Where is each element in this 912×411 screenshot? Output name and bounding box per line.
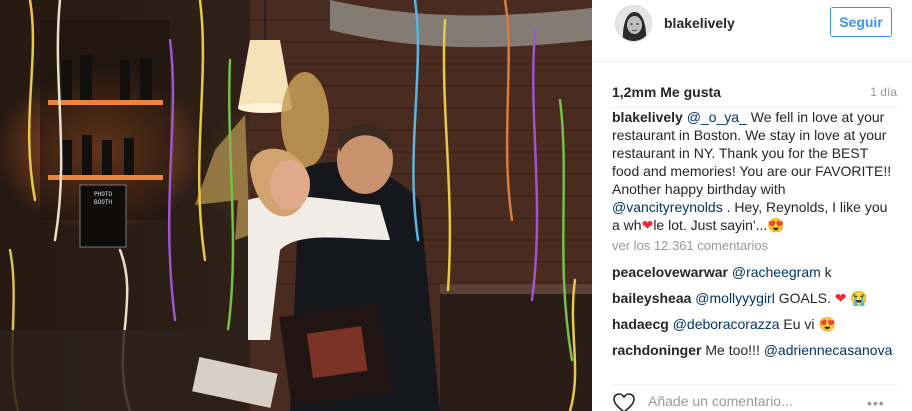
follow-button[interactable]: Seguir bbox=[830, 7, 892, 37]
post-photo[interactable]: PHOTO BOOTH bbox=[0, 0, 592, 411]
party-photo-illustration: PHOTO BOOTH bbox=[0, 0, 592, 411]
caption-author[interactable]: blakelively bbox=[612, 109, 683, 125]
post-stats: 1,2mm Me gusta 1 día bbox=[612, 84, 897, 102]
comment-text: k bbox=[820, 264, 832, 280]
comment-text: GOALS. bbox=[774, 290, 835, 306]
photo-booth-sign: PHOTO bbox=[94, 191, 112, 198]
comment-author[interactable]: rachdoninger bbox=[612, 342, 701, 358]
comment-author[interactable]: baileysheaa bbox=[612, 290, 691, 306]
comment-mention[interactable]: @mollyyygirl bbox=[695, 290, 775, 306]
comment-item: baileysheaa @mollyyygirl GOALS. ❤ 😭 bbox=[612, 289, 897, 307]
comment-mention[interactable]: @racheegram bbox=[732, 264, 821, 280]
svg-text:BOOTH: BOOTH bbox=[94, 199, 112, 206]
comment-text: Eu vi bbox=[779, 316, 819, 332]
comments-section: blakelively @_o_ya_ We fell in love at y… bbox=[612, 108, 897, 370]
post-header: blakelively Seguir bbox=[592, 0, 912, 62]
profile-avatar[interactable] bbox=[615, 5, 652, 42]
like-button[interactable] bbox=[612, 392, 636, 411]
comment-item: hadaecg @deboracorazza Eu vi 😍 bbox=[612, 315, 897, 333]
heart-outline-icon bbox=[613, 393, 635, 411]
more-options-button[interactable]: ••• bbox=[867, 396, 885, 410]
heart-eyes-emoji: 😍 bbox=[767, 217, 785, 233]
post-time[interactable]: 1 día bbox=[870, 85, 897, 99]
heart-eyes-emoji: 😍 bbox=[818, 316, 836, 332]
likes-count[interactable]: 1,2mm Me gusta bbox=[612, 84, 721, 100]
heart-emoji: ❤ bbox=[641, 217, 654, 233]
comment-bar: ••• bbox=[612, 384, 897, 411]
heart-crying-emoji: ❤ 😭 bbox=[834, 290, 868, 306]
post-details-panel: blakelively Seguir 1,2mm Me gusta 1 día … bbox=[592, 0, 912, 411]
comment-mention[interactable]: @deboracorazza bbox=[673, 316, 780, 332]
comment-item: rachdoninger Me too!!! @adriennecasanova bbox=[612, 341, 897, 359]
comment-input[interactable] bbox=[648, 391, 848, 411]
view-all-comments-link[interactable]: ver los 12.361 comentarios bbox=[612, 237, 897, 255]
comment-author[interactable]: hadaecg bbox=[612, 316, 669, 332]
comment-mention[interactable]: @adriennecasanova bbox=[764, 342, 893, 358]
avatar-icon bbox=[616, 6, 651, 41]
comment-text: Me too!!! bbox=[701, 342, 764, 358]
username-link[interactable]: blakelively bbox=[664, 15, 735, 31]
caption-text: le lot. Just sayin'... bbox=[653, 217, 768, 233]
comment-item: peacelovewarwar @racheegram k bbox=[612, 263, 897, 281]
caption: blakelively @_o_ya_ We fell in love at y… bbox=[612, 108, 897, 234]
caption-mention[interactable]: @_o_ya_ bbox=[687, 109, 747, 125]
comment-author[interactable]: peacelovewarwar bbox=[612, 264, 728, 280]
caption-mention[interactable]: @vancityreynolds bbox=[612, 199, 723, 215]
